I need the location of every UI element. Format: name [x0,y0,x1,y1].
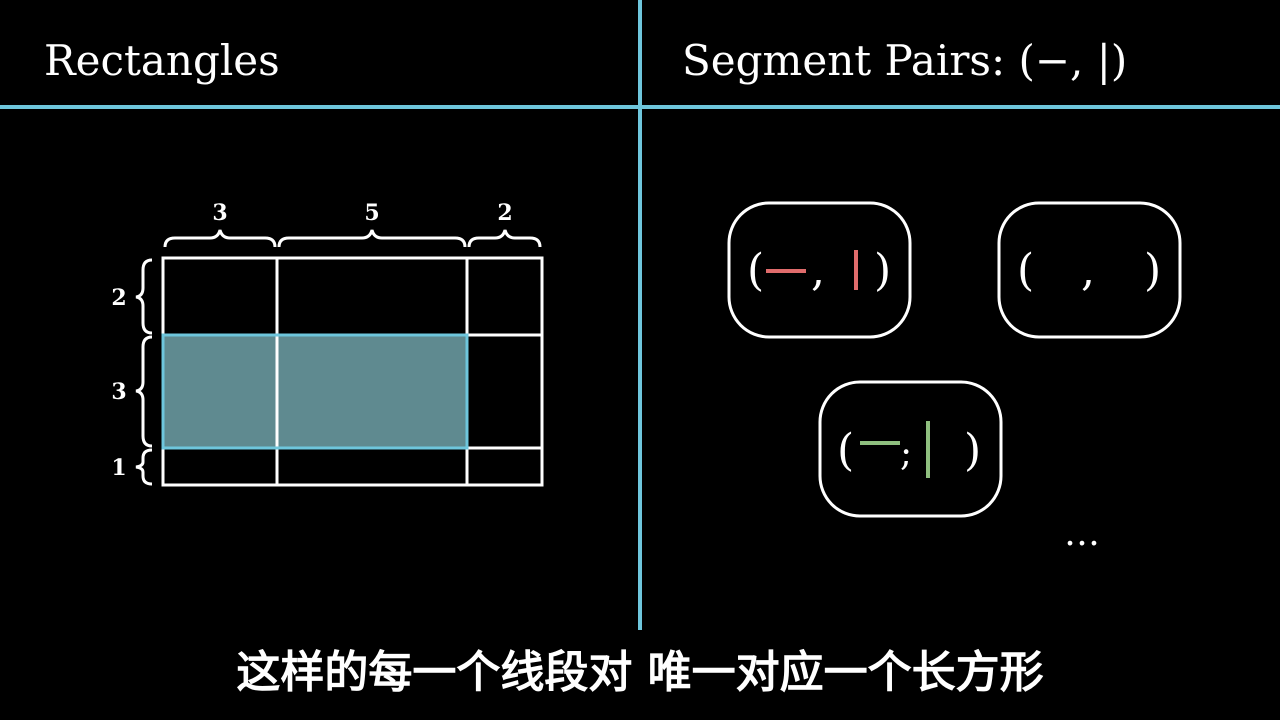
comma: , [1081,245,1095,296]
column-braces [163,229,542,248]
brace-row-3 [135,448,153,486]
ellipsis: … [1064,513,1100,554]
close-paren: ) [964,425,981,476]
open-paren: ( [837,425,854,476]
close-paren: ) [874,245,891,296]
brace-row-1 [135,258,153,335]
row-label: 2 [111,285,126,311]
brace-col-1 [163,229,277,248]
brace-col-2 [277,229,467,248]
rectangle-grid [161,256,544,487]
pair-card-1: ( , ) [727,201,912,339]
close-paren: ) [1144,245,1161,296]
open-paren: ( [1017,245,1034,296]
comma: ; [900,433,912,474]
panel-title-segment-pairs: Segment Pairs: (−, |) [682,36,1128,85]
highlighted-rectangle [163,335,467,448]
pair-card-3: ( ; ) [818,380,1003,518]
col-label: 3 [212,200,227,226]
row-label: 1 [111,455,126,481]
pair-card-2: ( , ) [997,201,1182,339]
row-braces [135,258,153,486]
brace-col-3 [467,229,542,248]
row-label: 3 [111,379,126,405]
panel-title-rectangles: Rectangles [44,36,280,85]
caption-subtitle: 这样的每一个线段对 唯一对应一个长方形 [236,647,1044,698]
col-label: 2 [497,200,512,226]
brace-row-2 [135,335,153,448]
scene-canvas: 3 5 2 2 3 1 ( , ) ( , ) ( ; ) … [0,0,1280,630]
col-label: 5 [364,200,379,226]
open-paren: ( [747,245,764,296]
comma: , [811,245,825,296]
